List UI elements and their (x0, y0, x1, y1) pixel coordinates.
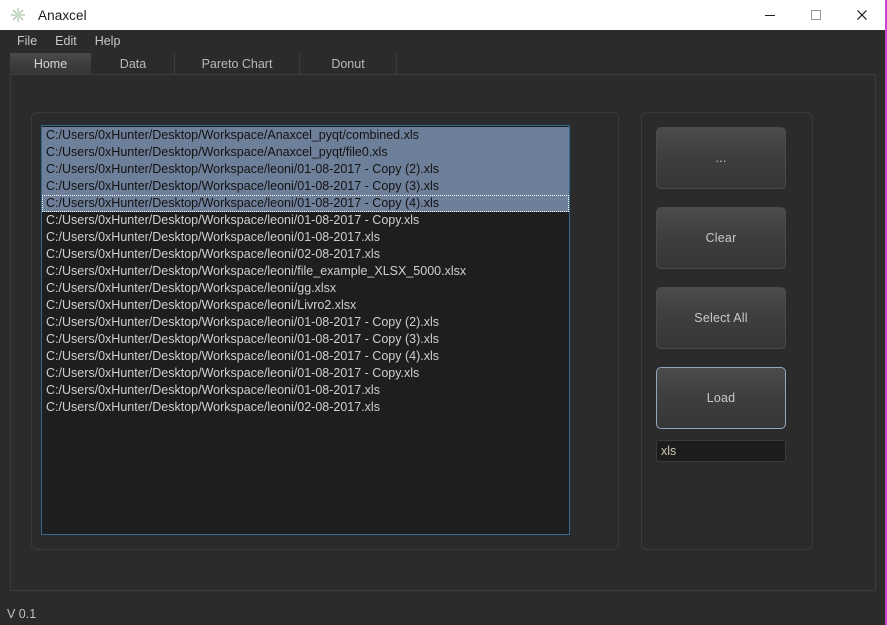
file-list-item[interactable]: C:/Users/0xHunter/Desktop/Workspace/leon… (42, 212, 569, 229)
file-filter-input[interactable]: xls (656, 440, 786, 462)
status-bar: V 0.1 (0, 597, 885, 625)
actions-group-box: ... Clear Select All Load xls (641, 112, 813, 550)
file-list-item[interactable]: C:/Users/0xHunter/Desktop/Workspace/leon… (42, 280, 569, 297)
application-window: Anaxcel File Edit Help Home Data Pareto … (0, 0, 887, 625)
menu-item-help[interactable]: Help (86, 32, 130, 50)
file-list-item[interactable]: C:/Users/0xHunter/Desktop/Workspace/leon… (42, 399, 569, 416)
tab-donut[interactable]: Donut (300, 53, 397, 75)
maximize-button[interactable] (793, 0, 839, 30)
menu-item-edit[interactable]: Edit (46, 32, 86, 50)
file-list-item[interactable]: C:/Users/0xHunter/Desktop/Workspace/leon… (42, 195, 569, 212)
file-list[interactable]: C:/Users/0xHunter/Desktop/Workspace/Anax… (41, 125, 570, 535)
file-list-item[interactable]: C:/Users/0xHunter/Desktop/Workspace/leon… (42, 314, 569, 331)
tab-data[interactable]: Data (92, 53, 175, 75)
file-list-item[interactable]: C:/Users/0xHunter/Desktop/Workspace/leon… (42, 229, 569, 246)
file-list-item[interactable]: C:/Users/0xHunter/Desktop/Workspace/Anax… (42, 127, 569, 144)
title-bar: Anaxcel (0, 0, 885, 30)
tab-home[interactable]: Home (10, 53, 92, 75)
file-list-item[interactable]: C:/Users/0xHunter/Desktop/Workspace/leon… (42, 331, 569, 348)
file-list-item[interactable]: C:/Users/0xHunter/Desktop/Workspace/leon… (42, 297, 569, 314)
window-controls (747, 0, 885, 30)
file-list-item[interactable]: C:/Users/0xHunter/Desktop/Workspace/leon… (42, 161, 569, 178)
clear-button[interactable]: Clear (656, 207, 786, 269)
load-button[interactable]: Load (656, 367, 786, 429)
browse-button[interactable]: ... (656, 127, 786, 189)
file-list-item[interactable]: C:/Users/0xHunter/Desktop/Workspace/Anax… (42, 144, 569, 161)
file-list-item[interactable]: C:/Users/0xHunter/Desktop/Workspace/leon… (42, 263, 569, 280)
version-label: V 0.1 (7, 607, 37, 621)
tab-pareto-chart[interactable]: Pareto Chart (175, 53, 300, 75)
menu-item-file[interactable]: File (8, 32, 46, 50)
window-title: Anaxcel (38, 7, 87, 23)
select-all-button[interactable]: Select All (656, 287, 786, 349)
tab-bar: Home Data Pareto Chart Donut (0, 52, 885, 75)
file-list-item[interactable]: C:/Users/0xHunter/Desktop/Workspace/leon… (42, 178, 569, 195)
file-list-item[interactable]: C:/Users/0xHunter/Desktop/Workspace/leon… (42, 246, 569, 263)
file-list-item[interactable]: C:/Users/0xHunter/Desktop/Workspace/leon… (42, 348, 569, 365)
home-tab-page: C:/Users/0xHunter/Desktop/Workspace/Anax… (10, 75, 876, 591)
minimize-button[interactable] (747, 0, 793, 30)
starburst-icon (10, 7, 26, 23)
menu-bar: File Edit Help (0, 30, 885, 52)
file-list-item[interactable]: C:/Users/0xHunter/Desktop/Workspace/leon… (42, 365, 569, 382)
close-button[interactable] (839, 0, 885, 30)
file-list-item[interactable]: C:/Users/0xHunter/Desktop/Workspace/leon… (42, 382, 569, 399)
